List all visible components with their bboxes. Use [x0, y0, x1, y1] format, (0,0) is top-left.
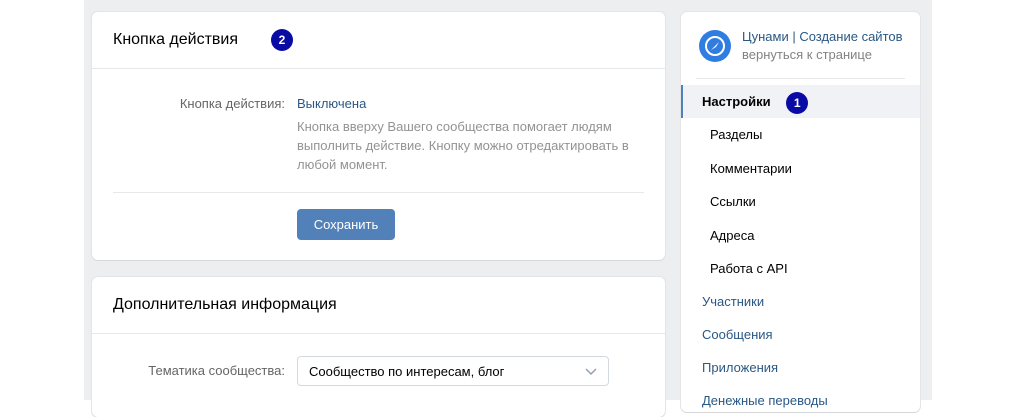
extra-card-header: Дополнительная информация	[92, 277, 665, 334]
action-card-title: Кнопка действия 2	[113, 29, 293, 51]
nav-item-messages[interactable]: Сообщения	[681, 318, 920, 351]
action-button-label: Кнопка действия:	[179, 96, 285, 111]
nav-item-apps[interactable]: Приложения	[681, 351, 920, 384]
action-card-header: Кнопка действия 2	[92, 12, 665, 69]
nav-item-members[interactable]: Участники	[681, 285, 920, 318]
nav-item-money-transfers[interactable]: Денежные переводы	[681, 384, 920, 417]
nav-item-settings[interactable]: Настройки 1	[681, 85, 920, 118]
action-button-status-link[interactable]: Выключена	[297, 96, 366, 111]
nav-divider	[696, 78, 905, 79]
save-button[interactable]: Сохранить	[297, 209, 395, 240]
action-button-card: Кнопка действия 2 Кнопка действия: Выклю…	[92, 12, 665, 260]
step-badge: 2	[271, 29, 293, 51]
community-theme-label: Тематика сообщества:	[148, 363, 285, 378]
nav-item-sections[interactable]: Разделы	[681, 118, 920, 151]
settings-nav-card: Цунами | Создание сайтов вернуться к стр…	[681, 12, 920, 412]
community-theme-value: Сообщество по интересам, блог	[309, 364, 505, 379]
action-card-divider	[113, 192, 644, 193]
nav-item-links[interactable]: Ссылки	[681, 185, 920, 218]
action-button-description: Кнопка вверху Вашего сообщества помогает…	[297, 119, 629, 172]
community-theme-select[interactable]: Сообщество по интересам, блог	[297, 356, 609, 386]
nav-item-comments[interactable]: Комментарии	[681, 152, 920, 185]
community-name-link[interactable]: Цунами | Создание сайтов	[742, 29, 904, 44]
extra-card-title: Дополнительная информация	[113, 296, 337, 313]
step-badge: 1	[786, 91, 809, 114]
nav-item-api[interactable]: Работа с API	[681, 252, 920, 285]
community-logo-icon	[699, 30, 731, 62]
additional-info-card: Дополнительная информация Тематика сообщ…	[92, 277, 665, 417]
chevron-down-icon	[584, 357, 598, 398]
community-header[interactable]: Цунами | Создание сайтов вернуться к стр…	[699, 26, 904, 78]
back-to-page-link[interactable]: вернуться к странице	[742, 47, 872, 62]
action-card-title-text: Кнопка действия	[113, 31, 239, 48]
nav-item-addresses[interactable]: Адреса	[681, 219, 920, 252]
nav-item-settings-label: Настройки	[702, 94, 771, 109]
